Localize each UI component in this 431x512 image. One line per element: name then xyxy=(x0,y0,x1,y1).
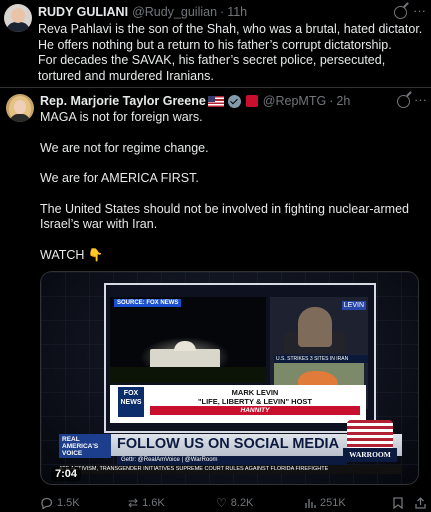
trees xyxy=(110,367,266,383)
repost-count: 1.6K xyxy=(142,497,165,509)
more-icon[interactable]: ··· xyxy=(414,93,427,106)
like-count: 8.2K xyxy=(230,497,254,509)
author-handle[interactable]: @Rudy_guilian xyxy=(132,5,217,19)
action-bar: 1.5K ⇄ 1.6K ♡ 8.2K 251K xyxy=(0,497,431,512)
tweet-header: RUDY GULIANI @Rudy_guilian · 11h xyxy=(38,5,247,19)
lower-third-name: MARK LEVIN "LIFE, LIBERTY & LEVIN" HOST xyxy=(150,388,360,406)
repost-icon: ⇄ xyxy=(128,496,139,510)
avatar-face xyxy=(14,100,26,114)
eagle-flag-icon xyxy=(347,420,393,450)
reply-icon xyxy=(41,497,53,509)
video-timestamp: 7:04 xyxy=(51,467,82,481)
author-handle[interactable]: @RepMTG xyxy=(263,94,326,108)
channel-logo: LEVIN xyxy=(341,301,366,310)
reply-button[interactable]: 1.5K xyxy=(40,497,80,509)
rav-logo: REAL AMERICA'S VOICE xyxy=(59,434,111,458)
video-player[interactable]: SOURCE: FOX NEWS LEVIN U.S. STRIKES 3 SI… xyxy=(40,271,419,485)
war-room-banner: REAL AMERICA'S VOICE FOLLOW US ON SOCIAL… xyxy=(59,420,402,474)
tweet-paragraph: WATCH 👇 xyxy=(40,247,104,262)
warroom-logo: WARROOM xyxy=(341,420,399,466)
views-icon xyxy=(305,499,316,508)
avatar-clothing xyxy=(10,114,30,122)
warroom-text: WARROOM xyxy=(343,448,397,462)
more-icon[interactable]: ··· xyxy=(413,4,426,17)
tweet-header: Rep. Marjorie Taylor Greene @RepMTG · 2h xyxy=(40,94,350,108)
show-name: HANNITY xyxy=(150,406,360,415)
tweet-body: MAGA is not for foreign wars. We are not… xyxy=(40,110,425,263)
source-tag: SOURCE: FOX NEWS xyxy=(114,299,182,307)
reply-count: 1.5K xyxy=(57,497,80,509)
tweet-time[interactable]: 11h xyxy=(227,5,247,19)
tv-screen: SOURCE: FOX NEWS LEVIN U.S. STRIKES 3 SI… xyxy=(104,283,376,433)
tweet-paragraph: We are for AMERICA FIRST. xyxy=(40,171,199,185)
tweet-line: For decades the SAVAK, his father’s secr… xyxy=(38,53,386,83)
share-button[interactable] xyxy=(415,497,426,509)
previous-tweet[interactable]: RUDY GULIANI @Rudy_guilian · 11h ··· Rev… xyxy=(0,0,431,88)
separator: · xyxy=(220,5,225,19)
share-icon xyxy=(415,497,426,509)
guest-name: MARK LEVIN xyxy=(231,388,279,397)
verified-badge-icon[interactable] xyxy=(227,94,241,108)
repost-button[interactable]: ⇄ 1.6K xyxy=(128,497,165,509)
tweet-body: Reva Pahlavi is the son of the Shah, who… xyxy=(38,22,426,84)
author-name[interactable]: RUDY GULIANI xyxy=(38,5,128,19)
grok-icon[interactable] xyxy=(397,95,410,108)
fox-news-logo: FOX NEWS xyxy=(118,387,144,417)
news-ticker: ATE ACTIVISM, TRANSGENDER INITIATIVES SU… xyxy=(59,465,402,474)
like-button[interactable]: ♡ 8.2K xyxy=(216,497,253,509)
tweet-paragraph: We are not for regime change. xyxy=(40,140,209,155)
tweet-line: He offers nothing but a return to his fa… xyxy=(38,37,392,52)
bookmark-button[interactable] xyxy=(393,497,403,509)
view-count: 251K xyxy=(320,497,346,509)
like-icon: ♡ xyxy=(216,496,227,510)
author-name[interactable]: Rep. Marjorie Taylor Greene xyxy=(40,94,206,108)
guest-title: "LIFE, LIBERTY & LEVIN" HOST xyxy=(197,397,313,406)
separator: · xyxy=(329,94,334,108)
lower-third: FOX NEWS MARK LEVIN "LIFE, LIBERTY & LEV… xyxy=(110,385,366,423)
grok-icon[interactable] xyxy=(394,6,407,19)
us-flag-icon xyxy=(207,95,224,107)
affiliate-seal-icon[interactable] xyxy=(245,95,258,107)
host-head xyxy=(298,307,332,347)
white-house-shot: SOURCE: FOX NEWS xyxy=(110,297,266,383)
banner-handles: Gettr: @RealAmVoice | @WarRoom xyxy=(117,456,347,465)
views-button[interactable]: 251K xyxy=(304,497,346,509)
tweet-line: Reva Pahlavi is the son of the Shah, who… xyxy=(38,22,423,36)
avatar-suit xyxy=(6,22,30,32)
avatar[interactable] xyxy=(4,4,32,32)
bookmark-icon xyxy=(393,497,403,509)
tweet-paragraph: The United States should not be involved… xyxy=(40,201,409,232)
avatar-face xyxy=(11,8,25,23)
tweet-time[interactable]: 2h xyxy=(336,94,350,108)
tweet-paragraph: MAGA is not for foreign wars. xyxy=(40,110,203,124)
map-caption: U.S. STRIKES 3 SITES IN IRAN xyxy=(274,355,368,363)
avatar[interactable] xyxy=(6,94,34,122)
banner-headline: FOLLOW US ON SOCIAL MEDIA xyxy=(117,436,340,452)
